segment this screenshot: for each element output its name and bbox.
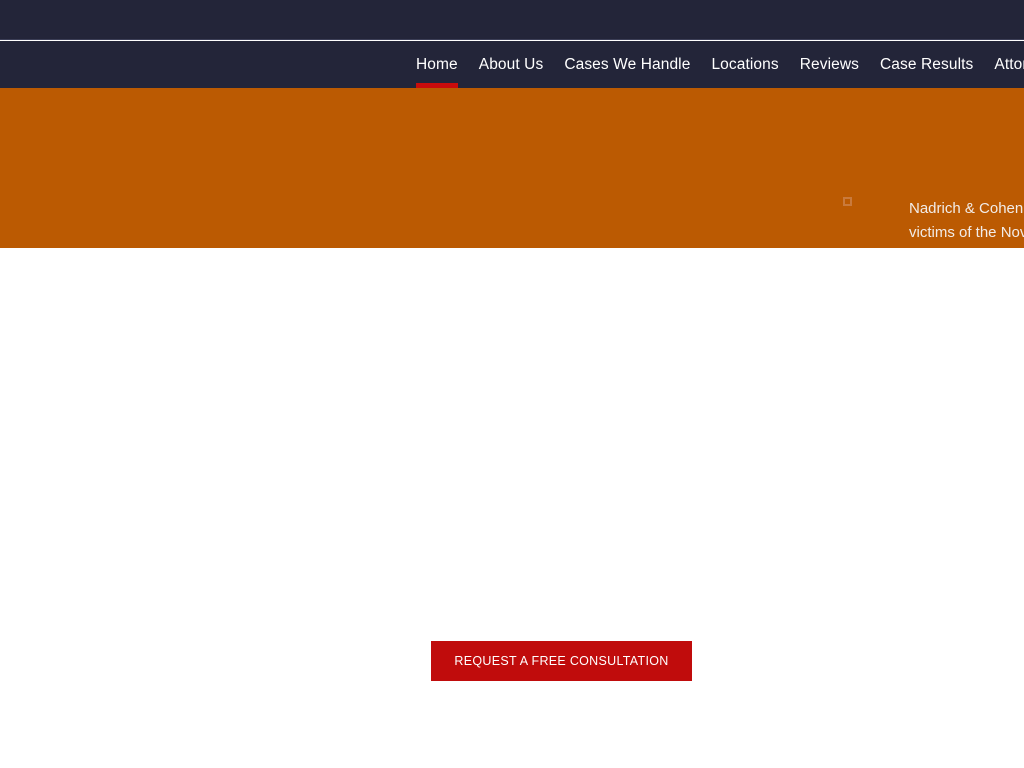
nav-list: Home About Us Cases We Handle Locations … (416, 41, 1024, 88)
announcement-banner-text: Nadrich & Cohen is currently representin… (909, 197, 1024, 248)
nav-item-home[interactable]: Home (416, 41, 458, 88)
banner-text-line: victims of the November fire in Californ… (909, 224, 1024, 241)
page-body: REQUEST A FREE CONSULTATION (0, 248, 1024, 768)
nav-item-label: Cases We Handle (564, 55, 691, 73)
nav-item-label: Attorneys (994, 55, 1024, 73)
top-utility-bar (0, 0, 1024, 40)
announcement-banner: Nadrich & Cohen is currently representin… (0, 88, 1024, 248)
nav-item-case-results[interactable]: Case Results (880, 41, 973, 88)
close-icon[interactable] (843, 197, 852, 206)
nav-item-label: About Us (478, 55, 544, 73)
nav-item-about-us[interactable]: About Us (479, 41, 544, 88)
nav-item-label: Home (416, 55, 458, 73)
nav-item-attorneys[interactable]: Attorneys (994, 41, 1024, 88)
nav-item-label: Locations (711, 55, 779, 73)
banner-text-line: Nadrich & Cohen is currently representin… (909, 200, 1024, 217)
nav-item-label: Reviews (799, 55, 859, 73)
nav-item-label: Case Results (880, 55, 974, 73)
request-free-consultation-button[interactable]: REQUEST A FREE CONSULTATION (431, 641, 692, 681)
nav-item-locations[interactable]: Locations (711, 41, 778, 88)
main-navigation: Home About Us Cases We Handle Locations … (0, 41, 1024, 88)
nav-item-reviews[interactable]: Reviews (800, 41, 859, 88)
nav-item-cases-we-handle[interactable]: Cases We Handle (564, 41, 690, 88)
